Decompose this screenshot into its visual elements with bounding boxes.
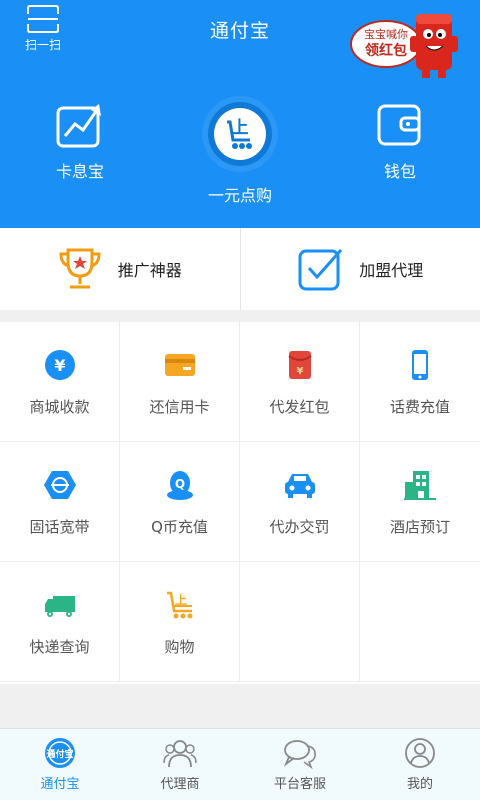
broadband-icon <box>43 471 76 499</box>
promo-tuiguang[interactable]: 推广神器 <box>0 228 240 310</box>
service-label: 还信用卡 <box>149 398 210 416</box>
service-jiaofa[interactable]: 代办交罚 <box>240 442 360 562</box>
service-kuaidi[interactable]: 快递查询 <box>0 562 120 682</box>
service-label: 代发红包 <box>269 398 330 416</box>
svg-text:上: 上 <box>232 118 249 138</box>
qq-icon: Q <box>166 471 193 500</box>
feature-label: 卡息宝 <box>55 162 104 181</box>
tab-support[interactable]: 平台客服 <box>240 729 360 800</box>
service-qbi[interactable]: Q Q币充值 <box>120 442 240 562</box>
redpack-mascot-icon <box>410 14 458 78</box>
service-label: 酒店预订 <box>389 518 450 536</box>
cart-icon: 上 <box>166 591 192 619</box>
svg-text:Q: Q <box>174 477 184 491</box>
home-logo-icon: 通付宝 <box>45 738 75 768</box>
empty-cell <box>360 562 480 682</box>
service-gouwu[interactable]: 上 购物 <box>120 562 240 682</box>
service-label: Q币充值 <box>151 518 208 536</box>
svg-text:¥: ¥ <box>54 356 65 375</box>
tab-label: 平台客服 <box>273 777 326 792</box>
chart-card-icon <box>56 104 101 148</box>
trophy-icon <box>59 248 101 289</box>
service-jiudian[interactable]: 酒店预订 <box>360 442 480 562</box>
promo-label: 推广神器 <box>117 261 182 280</box>
user-icon <box>405 738 435 768</box>
tab-label: 我的 <box>406 777 433 792</box>
service-hongbao[interactable]: ¥ 代发红包 <box>240 322 360 442</box>
promo-label: 加盟代理 <box>359 261 424 280</box>
service-label: 固话宽带 <box>29 518 90 536</box>
feature-label: 一元点购 <box>207 186 272 205</box>
agents-icon <box>163 740 197 768</box>
red-envelope-icon: ¥ <box>287 351 312 379</box>
tab-agents[interactable]: 代理商 <box>120 729 240 800</box>
wallet-icon <box>377 104 421 146</box>
service-grid: ¥ 商城收款 还信用卡 ¥ 代发红包 话费充值 固话宽带 Q Q币充值 代办交罚… <box>0 322 480 684</box>
chat-icon <box>283 740 316 769</box>
bottom-tab-bar: 通付宝 通付宝 代理商 平台客服 我的 <box>0 728 480 800</box>
redpack-banner[interactable]: 宝宝喊你 领红包 <box>350 8 460 80</box>
svg-text:¥: ¥ <box>296 366 303 377</box>
hotel-icon <box>404 471 436 500</box>
svg-text:上: 上 <box>174 592 186 607</box>
header: 扫一扫 通付宝 宝宝喊你 领红包 卡息宝 上 一元点购 钱包 <box>0 0 480 228</box>
service-label: 商城收款 <box>29 398 90 416</box>
service-label: 快递查询 <box>29 638 90 656</box>
service-label: 话费充值 <box>389 398 450 416</box>
tab-home[interactable]: 通付宝 通付宝 <box>0 729 120 800</box>
service-xinyongka[interactable]: 还信用卡 <box>120 322 240 442</box>
checkbox-icon <box>298 249 343 291</box>
truck-icon <box>44 596 75 617</box>
tab-label: 通付宝 <box>40 777 80 792</box>
svg-text:通付宝: 通付宝 <box>46 748 73 760</box>
tab-label: 代理商 <box>160 777 200 792</box>
feature-label: 钱包 <box>383 162 416 181</box>
empty-cell <box>240 562 360 682</box>
service-huafei[interactable]: 话费充值 <box>360 322 480 442</box>
tab-profile[interactable]: 我的 <box>360 729 480 800</box>
service-label: 购物 <box>164 638 195 656</box>
shopping-cart-icon: 上 <box>202 96 278 172</box>
credit-card-icon <box>164 354 195 376</box>
service-shangcheng[interactable]: ¥ 商城收款 <box>0 322 120 442</box>
feature-kaxibao[interactable]: 卡息宝 <box>0 100 160 182</box>
phone-icon <box>412 350 428 380</box>
feature-wallet[interactable]: 钱包 <box>320 100 480 182</box>
promo-jiameng[interactable]: 加盟代理 <box>239 228 480 310</box>
yuan-icon: ¥ <box>44 350 75 380</box>
service-label: 代办交罚 <box>269 518 330 536</box>
promo-row: 推广神器 加盟代理 <box>0 228 480 310</box>
service-kuandai[interactable]: 固话宽带 <box>0 442 120 562</box>
car-icon <box>284 474 315 498</box>
feature-yiyuan[interactable]: 上 一元点购 <box>160 94 320 206</box>
redpack-text-1: 宝宝喊你 <box>364 28 408 41</box>
